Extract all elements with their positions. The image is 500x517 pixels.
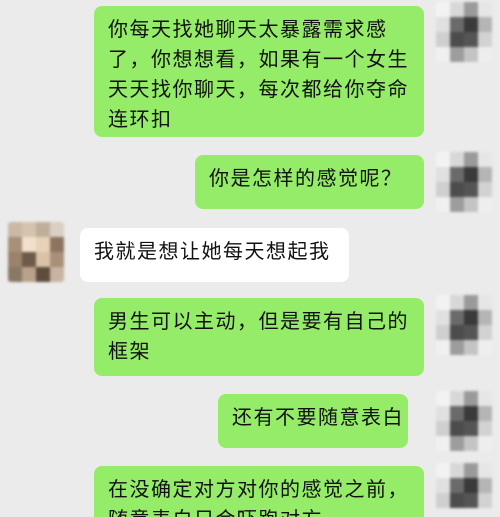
message-bubble-self[interactable]: 你每天找她聊天太暴露需求感了，你想想看，如果有一个女生天天找你聊天，每次都给你夺… (94, 6, 424, 137)
message-text: 你每天找她聊天太暴露需求感了，你想想看，如果有一个女生天天找你聊天，每次都给你夺… (108, 17, 409, 131)
avatar-self[interactable] (436, 463, 492, 517)
message-bubble-self[interactable]: 男生可以主动，但是要有自己的框架 (94, 298, 424, 376)
message-text: 男生可以主动，但是要有自己的框架 (108, 309, 409, 363)
message-text: 我就是想让她每天想起我 (94, 239, 331, 263)
message-bubble-self[interactable]: 还有不要随意表白 (218, 394, 408, 448)
chat-message-list[interactable]: 你每天找她聊天太暴露需求感了，你想想看，如果有一个女生天天找你聊天，每次都给你夺… (0, 0, 500, 517)
message-bubble-self[interactable]: 你是怎样的感觉呢？ (195, 155, 424, 209)
avatar-contact[interactable] (8, 222, 64, 282)
avatar-self[interactable] (436, 295, 492, 355)
avatar-self[interactable] (436, 2, 492, 62)
avatar-self[interactable] (436, 391, 492, 451)
message-bubble-contact[interactable]: 我就是想让她每天想起我 (80, 228, 349, 282)
message-text: 在没确定对方对你的感觉之前，随意表白只会吓跑对方 (108, 477, 409, 517)
message-bubble-self[interactable]: 在没确定对方对你的感觉之前，随意表白只会吓跑对方 (94, 466, 424, 517)
avatar-self[interactable] (436, 152, 492, 212)
message-text: 还有不要随意表白 (232, 405, 404, 429)
message-text: 你是怎样的感觉呢？ (209, 166, 403, 190)
